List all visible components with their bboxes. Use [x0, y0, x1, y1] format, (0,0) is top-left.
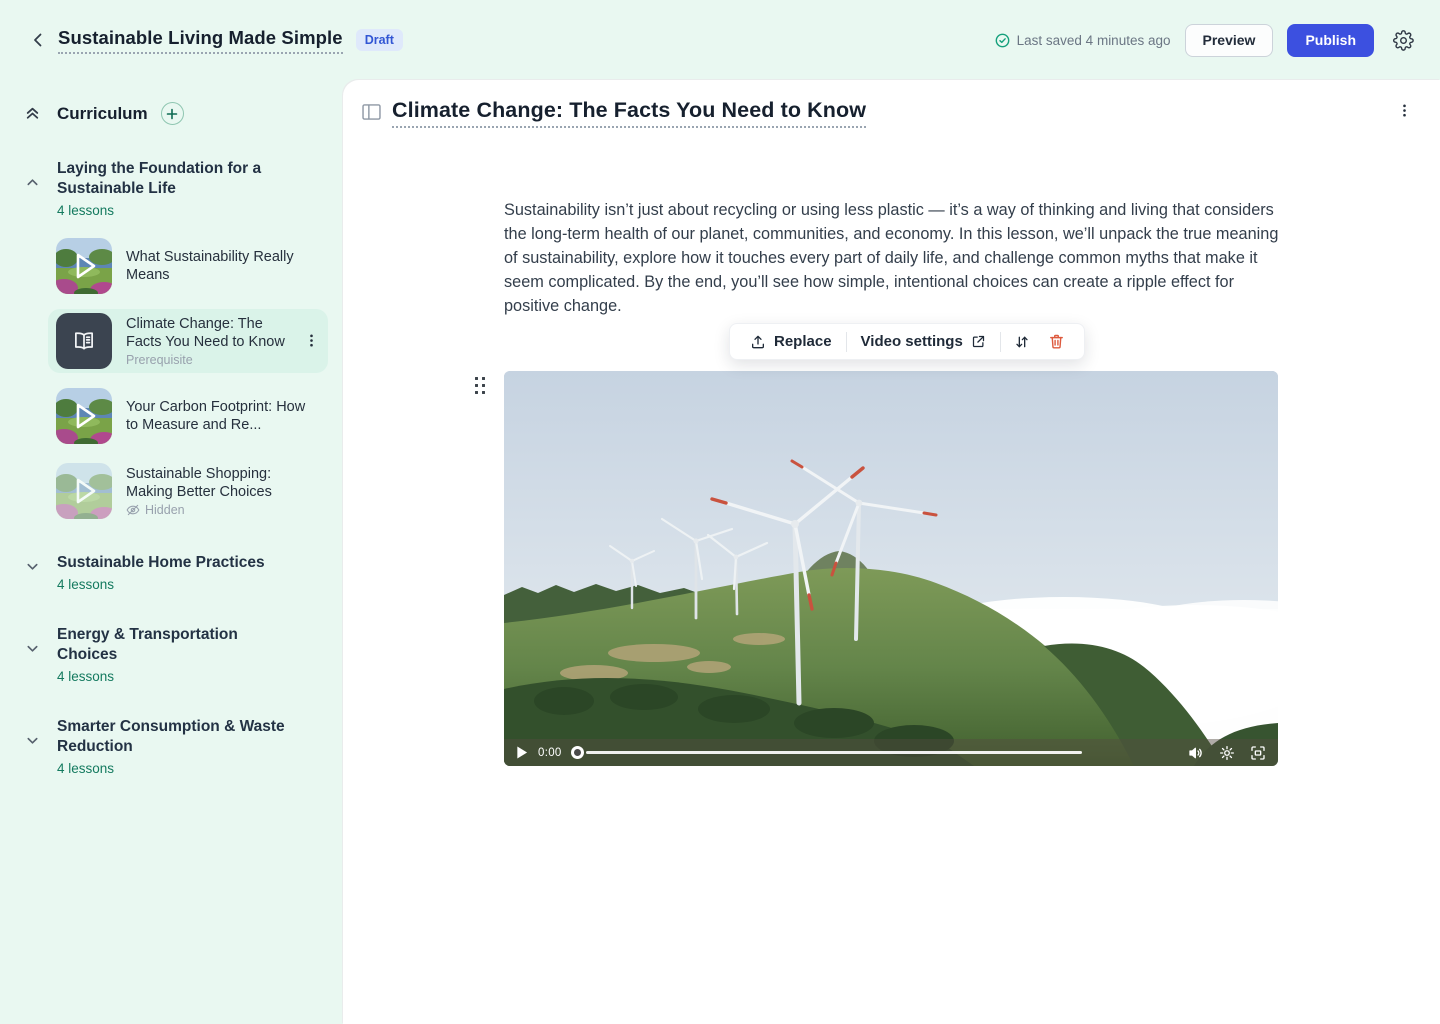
lesson-body-text[interactable]: Sustainability isn’t just about recyclin… [504, 198, 1282, 318]
back-button[interactable] [24, 26, 52, 54]
collapse-all-button[interactable] [24, 105, 41, 122]
course-title[interactable]: Sustainable Living Made Simple [58, 27, 343, 54]
double-chevron-up-icon [24, 105, 41, 122]
lesson-item-hidden[interactable]: Sustainable Shopping: Making Better Choi… [48, 459, 328, 523]
curriculum-header: Curriculum [0, 80, 343, 125]
volume-icon[interactable] [1188, 745, 1204, 761]
video-block-toolbar: Replace Video settings [729, 323, 1085, 360]
save-status: Last saved 4 minutes ago [995, 33, 1171, 48]
replace-video-button[interactable]: Replace [740, 324, 842, 359]
toggle-sidebar-button[interactable] [362, 104, 381, 120]
lesson-title: Climate Change: The Facts You Need to Kn… [126, 315, 290, 351]
toolbar-divider [846, 332, 847, 352]
external-link-icon [971, 334, 986, 349]
video-controls-bar: 0:00 [504, 739, 1278, 766]
chevron-down-icon[interactable] [25, 733, 40, 748]
section-title: Energy & Transportation Choices [57, 625, 292, 665]
lesson-video-thumbnail [56, 388, 112, 444]
lesson-options-button[interactable] [1397, 103, 1413, 119]
curriculum-section: Sustainable Home Practices 4 lessons [0, 553, 343, 592]
sort-arrows-icon [1014, 334, 1030, 350]
section-header[interactable]: Energy & Transportation Choices 4 lesson… [0, 625, 343, 684]
chevron-left-icon [30, 32, 46, 48]
publish-button[interactable]: Publish [1287, 24, 1374, 57]
upload-icon [750, 334, 766, 350]
curriculum-title: Curriculum [57, 104, 148, 124]
last-saved-text: Last saved 4 minutes ago [1017, 33, 1171, 48]
seek-track[interactable] [586, 751, 1082, 754]
section-header[interactable]: Sustainable Home Practices 4 lessons [0, 553, 343, 592]
preview-button[interactable]: Preview [1185, 24, 1274, 57]
lesson-title: Your Carbon Footprint: How to Measure an… [126, 398, 308, 434]
delete-block-button[interactable] [1039, 324, 1074, 359]
video-player[interactable]: 0:00 [504, 371, 1278, 766]
play-button[interactable] [516, 746, 528, 759]
status-badge: Draft [356, 29, 403, 51]
gear-icon [1393, 30, 1414, 51]
curriculum-sidebar: Curriculum Laying the Foundation for a S… [0, 80, 343, 1024]
chevron-down-icon[interactable] [25, 559, 40, 574]
toolbar-divider [1000, 332, 1001, 352]
lesson-list: What Sustainability Really Means Climate… [0, 234, 343, 523]
lesson-video-thumbnail [56, 463, 112, 519]
top-bar: Sustainable Living Made Simple Draft Las… [0, 0, 1440, 80]
kebab-icon [304, 333, 319, 348]
section-lesson-count: 4 lessons [57, 203, 323, 218]
lesson-editor-panel: Climate Change: The Facts You Need to Kn… [343, 80, 1440, 1024]
check-circle-icon [995, 33, 1010, 48]
lesson-page-title[interactable]: Climate Change: The Facts You Need to Kn… [392, 98, 866, 128]
video-timestamp: 0:00 [538, 747, 562, 759]
curriculum-section: Smarter Consumption & Waste Reduction 4 … [0, 717, 343, 776]
section-header[interactable]: Laying the Foundation for a Sustainable … [0, 159, 343, 218]
move-block-button[interactable] [1005, 324, 1039, 359]
video-settings-button[interactable]: Video settings [851, 324, 996, 359]
fullscreen-icon[interactable] [1250, 745, 1266, 761]
settings-button[interactable] [1390, 27, 1416, 53]
lesson-prerequisite-label: Prerequisite [126, 353, 290, 367]
section-lesson-count: 4 lessons [57, 577, 323, 592]
lesson-reading-tile [56, 313, 112, 369]
chevron-down-icon[interactable] [25, 641, 40, 656]
seek-handle[interactable] [571, 746, 584, 759]
video-poster-wind-turbines [504, 371, 1278, 766]
section-header[interactable]: Smarter Consumption & Waste Reduction 4 … [0, 717, 343, 776]
lesson-title: Sustainable Shopping: Making Better Choi… [126, 465, 308, 501]
curriculum-section: Laying the Foundation for a Sustainable … [0, 159, 343, 523]
lesson-menu-button[interactable] [304, 333, 320, 349]
eye-off-icon [126, 503, 140, 517]
block-drag-handle[interactable] [475, 377, 485, 394]
plus-icon [166, 108, 178, 120]
lesson-hidden-label: Hidden [126, 503, 322, 517]
section-title: Smarter Consumption & Waste Reduction [57, 717, 292, 757]
player-settings-icon[interactable] [1219, 745, 1235, 761]
lesson-title: What Sustainability Really Means [126, 248, 308, 284]
trash-icon [1048, 333, 1065, 350]
curriculum-section: Energy & Transportation Choices 4 lesson… [0, 625, 343, 684]
lesson-item-selected[interactable]: Climate Change: The Facts You Need to Kn… [48, 309, 328, 373]
book-open-icon [71, 328, 97, 354]
section-lesson-count: 4 lessons [57, 669, 323, 684]
section-lesson-count: 4 lessons [57, 761, 323, 776]
kebab-icon [1397, 103, 1412, 118]
lesson-item[interactable]: Your Carbon Footprint: How to Measure an… [48, 384, 328, 448]
add-section-button[interactable] [161, 102, 184, 125]
section-title: Laying the Foundation for a Sustainable … [57, 159, 292, 199]
panel-left-icon [362, 104, 381, 120]
lesson-item[interactable]: What Sustainability Really Means [48, 234, 328, 298]
section-title: Sustainable Home Practices [57, 553, 292, 573]
chevron-up-icon[interactable] [25, 175, 40, 190]
lesson-video-thumbnail [56, 238, 112, 294]
